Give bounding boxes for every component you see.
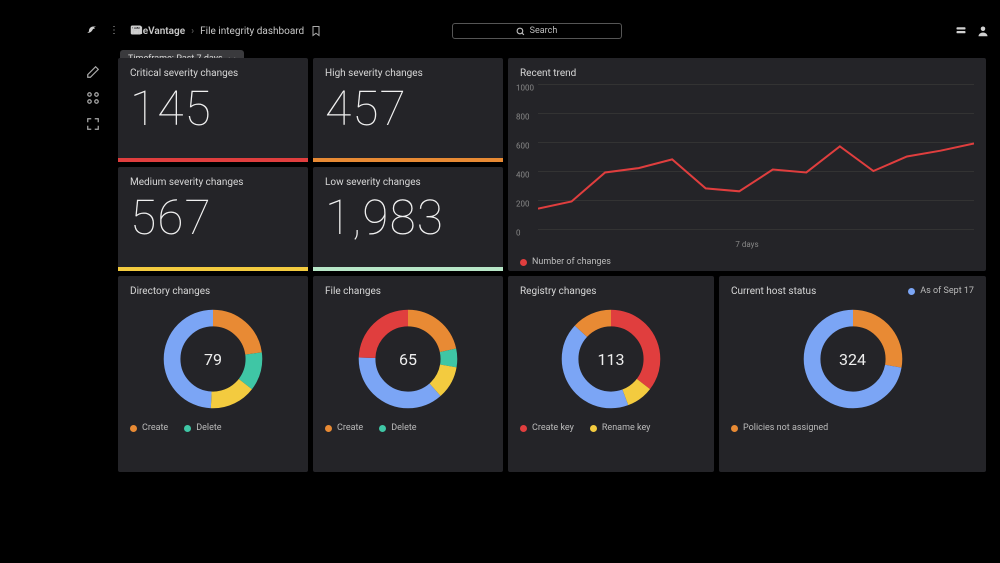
- legend-label: Number of changes: [532, 257, 611, 267]
- panel-file-changes[interactable]: File changes 65 Create Delete: [313, 276, 503, 472]
- panel-registry-changes[interactable]: Registry changes 113 Create key Rename key: [508, 276, 714, 472]
- as-of-label: As of Sept 17: [908, 286, 974, 296]
- ytick-label: 400: [516, 171, 530, 180]
- panel-low-severity[interactable]: Low severity changes 1,983: [313, 167, 503, 271]
- trend-legend: Number of changes: [520, 257, 611, 267]
- breadcrumb-page[interactable]: File integrity dashboard: [200, 26, 304, 37]
- panel-title: Low severity changes: [325, 177, 491, 188]
- legend-dot-icon: [520, 259, 527, 266]
- ytick-label: 0: [516, 229, 521, 238]
- grid-icon[interactable]: [86, 90, 100, 104]
- donut-total: 324: [799, 305, 907, 413]
- accent-bar: [313, 158, 503, 162]
- donut-total: 113: [557, 305, 665, 413]
- kpi-value: 145: [130, 85, 296, 133]
- panel-critical-severity[interactable]: Critical severity changes 145: [118, 58, 308, 162]
- accent-bar: [118, 158, 308, 162]
- panel-title: Medium severity changes: [130, 177, 296, 188]
- breadcrumb-app[interactable]: FileVantage: [132, 26, 185, 37]
- expand-icon[interactable]: [86, 116, 100, 130]
- ytick-label: 800: [516, 113, 530, 122]
- legend-item: Create: [130, 423, 168, 433]
- topbar: FileVantage › File integrity dashboard S…: [80, 20, 993, 42]
- donut-chart: 79: [159, 305, 267, 413]
- panel-title: High severity changes: [325, 68, 491, 79]
- donut-legend: Create Delete: [130, 423, 296, 433]
- bookmark-icon[interactable]: [310, 25, 322, 37]
- ytick-label: 600: [516, 142, 530, 151]
- search-icon: [516, 27, 525, 36]
- panel-title: File changes: [325, 286, 491, 297]
- donut-chart: 113: [557, 305, 665, 413]
- user-icon[interactable]: [977, 25, 989, 37]
- panel-directory-changes[interactable]: Directory changes 79 Create Delete: [118, 276, 308, 472]
- panel-title: Directory changes: [130, 286, 296, 297]
- panel-title: Recent trend: [520, 68, 974, 79]
- breadcrumb: FileVantage › File integrity dashboard: [132, 25, 322, 37]
- search-placeholder: Search: [530, 26, 558, 36]
- accent-bar: [313, 267, 503, 271]
- trend-xaxis-label: 7 days: [508, 240, 986, 249]
- legend-item: Create key: [520, 423, 574, 433]
- panel-medium-severity[interactable]: Medium severity changes 567: [118, 167, 308, 271]
- donut-total: 79: [159, 305, 267, 413]
- legend-item: Delete: [184, 423, 221, 433]
- dashboard-grid: Critical severity changes 145 High sever…: [118, 58, 993, 563]
- legend-item: Create: [325, 423, 363, 433]
- panel-title: Registry changes: [520, 286, 702, 297]
- donut-chart: 324: [799, 305, 907, 413]
- legend-item: Delete: [379, 423, 416, 433]
- chevron-right-icon: ›: [191, 26, 194, 37]
- search-input[interactable]: Search: [452, 23, 622, 39]
- panel-host-status[interactable]: Current host statusAs of Sept 17324Polic…: [719, 276, 986, 472]
- panel-title: Critical severity changes: [130, 68, 296, 79]
- trend-chart: 02004006008001000: [538, 84, 974, 229]
- donut-chart: 65: [354, 305, 462, 413]
- kpi-value: 457: [325, 85, 491, 133]
- ytick-label: 200: [516, 200, 530, 209]
- kpi-value: 567: [130, 194, 296, 242]
- donut-legend: Create Delete: [325, 423, 491, 433]
- ytick-label: 1000: [516, 84, 534, 93]
- panel-high-severity[interactable]: High severity changes 457: [313, 58, 503, 162]
- kpi-value: 1,983: [325, 194, 491, 242]
- legend-item: Policies not assigned: [731, 423, 828, 433]
- donut-legend: Policies not assigned: [731, 423, 974, 433]
- donut-legend: Create key Rename key: [520, 423, 702, 433]
- donut-total: 65: [354, 305, 462, 413]
- edit-icon[interactable]: [86, 64, 100, 78]
- accent-bar: [118, 267, 308, 271]
- panel-recent-trend[interactable]: Recent trend 02004006008001000 7 days Nu…: [508, 58, 986, 271]
- left-toolbar: [80, 58, 106, 130]
- legend-item: Rename key: [590, 423, 651, 433]
- stack-icon[interactable]: [955, 25, 967, 37]
